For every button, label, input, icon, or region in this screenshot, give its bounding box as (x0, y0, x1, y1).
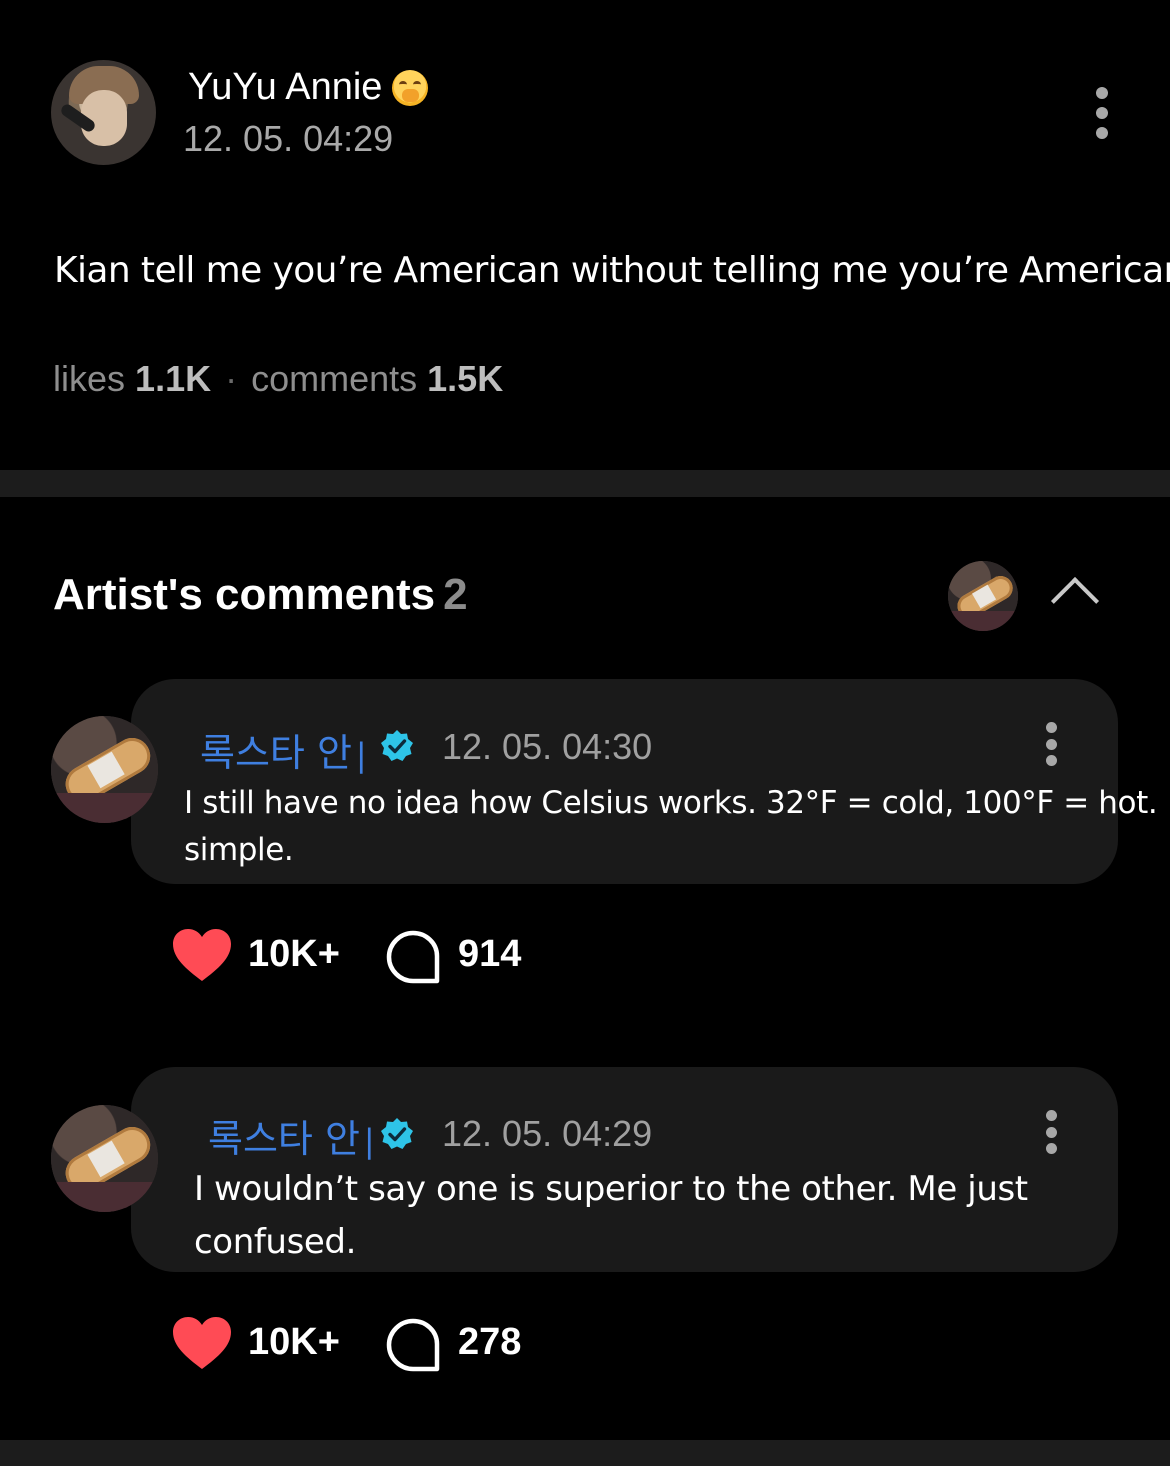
face-with-hand-over-mouth-icon (392, 69, 429, 106)
comment-author-name[interactable]: 록스타 안 (208, 1117, 360, 1161)
stats-separator: · (225, 358, 238, 399)
post-author[interactable]: YuYu Annie (188, 66, 429, 109)
bottom-divider (0, 1440, 1170, 1466)
post-timestamp: 12. 05. 04:29 (183, 118, 394, 159)
comment-text-line: I wouldn’t say one is superior to the ot… (194, 1169, 1028, 1209)
comments-count[interactable]: 1.5K (427, 358, 503, 399)
comment-text: I wouldn’t say one is superior to the ot… (194, 1163, 1028, 1269)
likes-count[interactable]: 1.1K (135, 358, 211, 399)
name-separator: | (355, 736, 367, 774)
comment-like-count[interactable]: 10K+ (248, 1321, 340, 1364)
chevron-up-icon[interactable] (1050, 576, 1100, 626)
post-body-text: Kian tell me you’re American without tel… (54, 250, 1170, 291)
artist-avatar[interactable] (51, 1105, 158, 1212)
comment-author[interactable]: 록스타 안 | (200, 722, 367, 777)
comment-text-line: confused. (194, 1222, 356, 1262)
artist-avatar-small[interactable] (948, 561, 1018, 631)
post-author-name[interactable]: YuYu Annie (188, 66, 382, 109)
comment-author[interactable]: 록스타 안 | (208, 1108, 375, 1163)
comment-text-line: I still have no idea how Celsius works. … (184, 785, 1158, 821)
name-separator: | (363, 1122, 375, 1160)
comments-label: comments (251, 358, 418, 399)
heart-icon[interactable] (172, 928, 232, 982)
artist-comments-count: 2 (443, 570, 468, 619)
verified-badge-icon (381, 1118, 413, 1149)
artist-comments-title: Artist's comments 2 (53, 570, 468, 620)
section-divider (0, 470, 1170, 497)
verified-badge-icon (381, 730, 413, 761)
reply-bubble-icon[interactable] (386, 1318, 440, 1372)
comment-timestamp: 12. 05. 04:30 (442, 726, 653, 767)
post-stats: likes 1.1K · comments 1.5K (53, 358, 503, 400)
comment-text-line: simple. (184, 832, 294, 868)
post-more-options-icon[interactable] (1094, 87, 1110, 139)
comment-like-count[interactable]: 10K+ (248, 933, 340, 976)
comment-text: I still have no idea how Celsius works. … (184, 780, 1158, 874)
heart-icon[interactable] (172, 1316, 232, 1370)
artist-avatar[interactable] (51, 716, 158, 823)
comment-reply-count[interactable]: 278 (458, 1321, 521, 1364)
comment-timestamp: 12. 05. 04:29 (442, 1113, 653, 1154)
comment-reply-count[interactable]: 914 (458, 933, 521, 976)
comment-more-options-icon[interactable] (1045, 1110, 1057, 1154)
comment-author-name[interactable]: 록스타 안 (200, 731, 352, 775)
artist-comments-title-text: Artist's comments (53, 570, 436, 619)
reply-bubble-icon[interactable] (386, 930, 440, 984)
comment-more-options-icon[interactable] (1045, 722, 1057, 766)
author-avatar[interactable] (51, 60, 156, 165)
likes-label: likes (53, 358, 126, 399)
